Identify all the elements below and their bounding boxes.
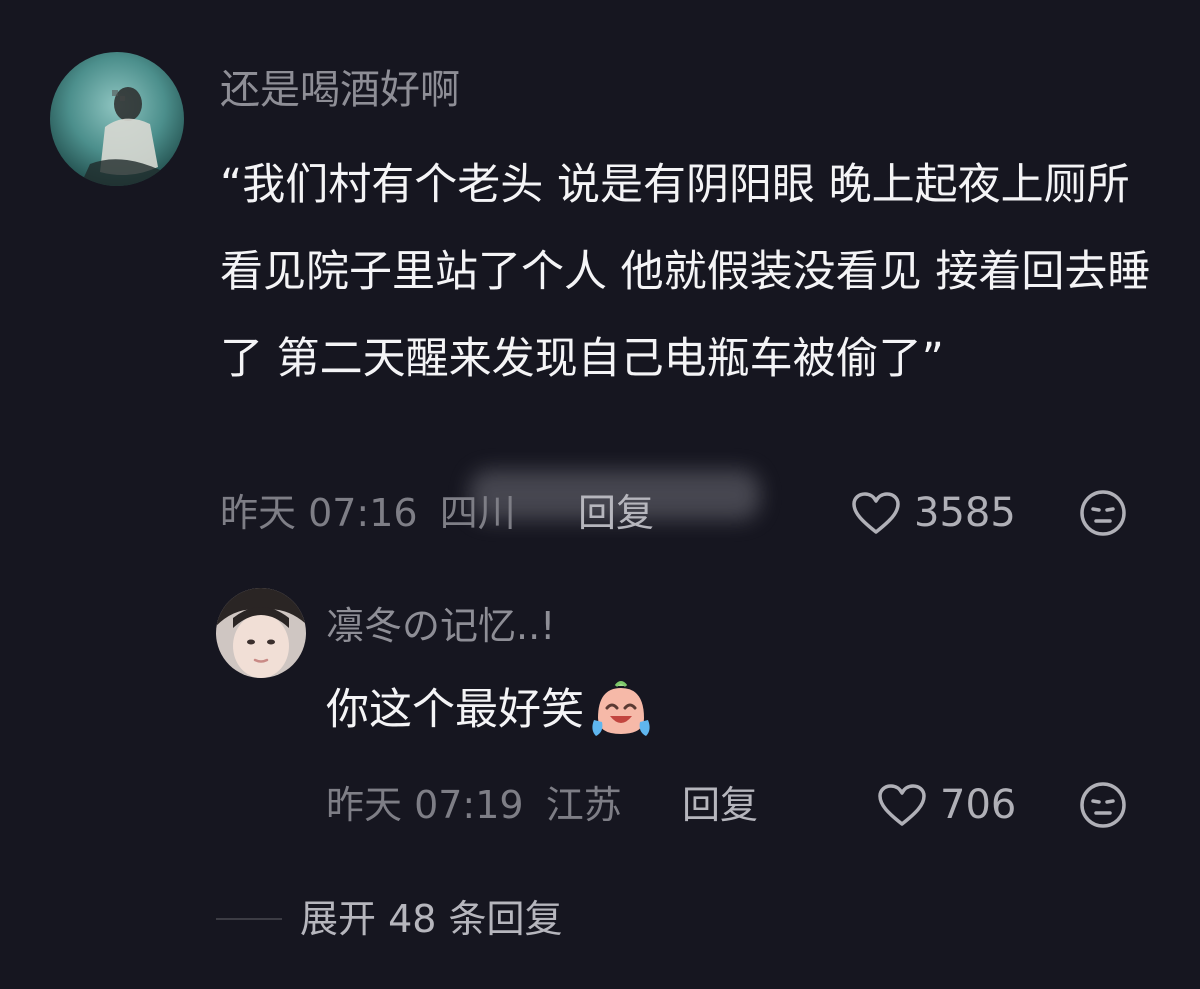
heart-outline-icon xyxy=(852,492,900,534)
reply-text: 你这个最好笑 xyxy=(326,676,654,744)
reply-text-content: 你这个最好笑 xyxy=(326,685,584,735)
dislike-face-icon xyxy=(1080,782,1126,828)
dislike-face-icon xyxy=(1080,490,1126,536)
comment-meta: 昨天 07:16 四川 xyxy=(220,486,516,540)
comment-time: 昨天 07:16 xyxy=(220,491,418,535)
heart-outline-icon xyxy=(878,784,926,826)
user-avatar-icon xyxy=(216,588,306,678)
reply-avatar[interactable] xyxy=(216,588,306,678)
comment-location: 四川 xyxy=(439,491,516,535)
reply-time: 昨天 07:19 xyxy=(326,783,524,827)
reply-username[interactable]: 凛冬の记忆..! xyxy=(326,598,555,654)
reply-location: 江苏 xyxy=(545,783,622,827)
comment-like-count: 3585 xyxy=(914,490,1016,536)
expand-replies-button[interactable]: 展开 48 条回复 xyxy=(300,892,563,946)
laughing-crying-emoji xyxy=(592,681,650,736)
comment-reply-button[interactable]: 回复 xyxy=(578,486,654,540)
reply-meta: 昨天 07:19 江苏 xyxy=(326,778,622,832)
user-avatar-icon xyxy=(50,52,184,186)
reply-reply-button[interactable]: 回复 xyxy=(682,778,758,832)
reply-like-count: 706 xyxy=(940,782,1017,828)
comment-username[interactable]: 还是喝酒好啊 xyxy=(220,62,460,118)
comment-text: “我们村有个老头 说是有阴阳眼 晚上起夜上厕所 看见院子里站了个人 他就假装没看… xyxy=(220,160,1151,384)
reply-dislike-button[interactable] xyxy=(1078,780,1128,830)
comment-dislike-button[interactable] xyxy=(1078,488,1128,538)
comment-like-button[interactable]: 3585 xyxy=(850,484,1016,542)
comment-avatar[interactable] xyxy=(50,52,184,186)
expand-divider xyxy=(216,918,282,920)
reply-like-button[interactable]: 706 xyxy=(876,776,1016,834)
